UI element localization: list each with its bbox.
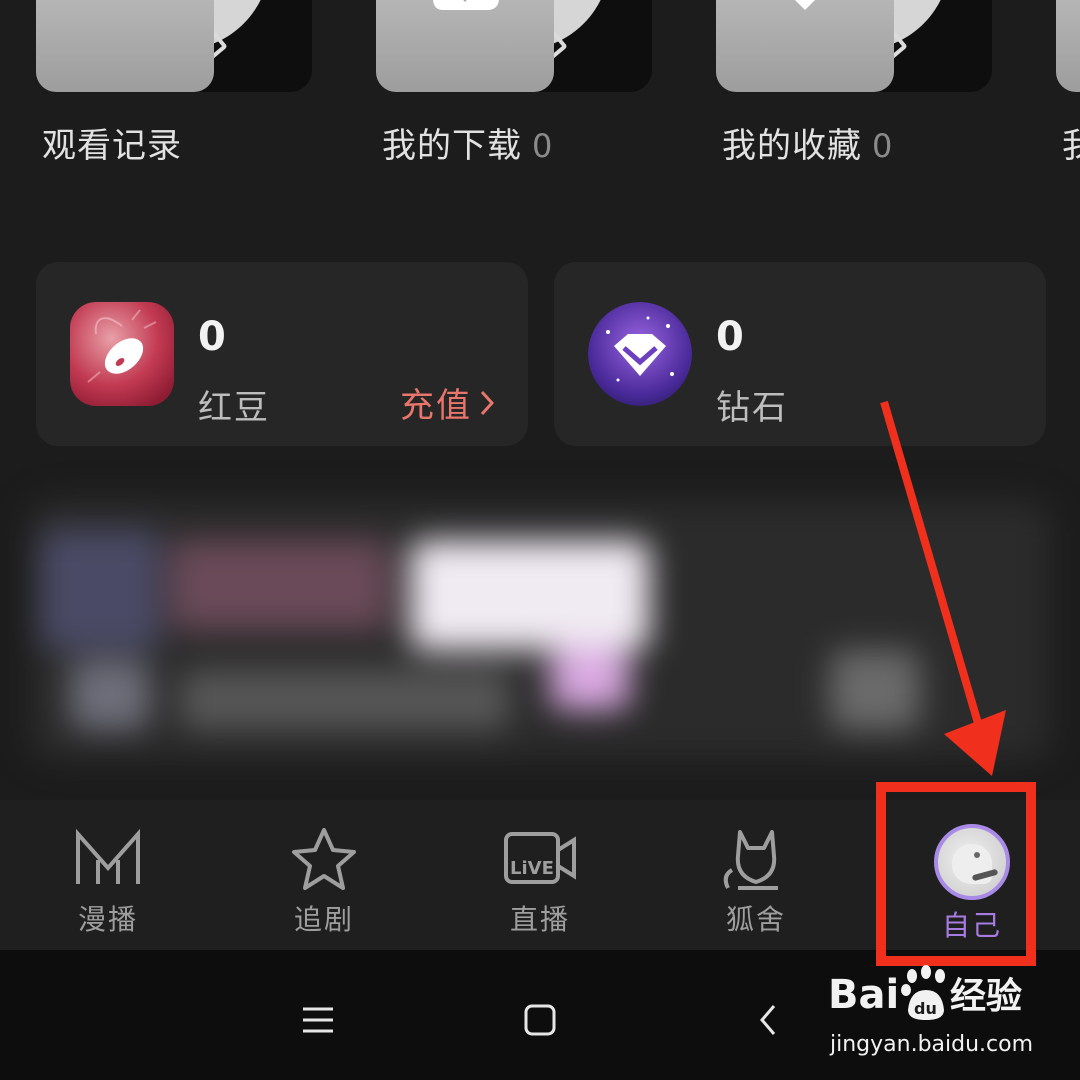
red-bean-label: 红豆 (198, 388, 270, 428)
promo-banner[interactable] (30, 500, 1050, 760)
red-bean-balance: 0 (198, 314, 226, 360)
shelf-item-favorites[interactable]: 我的收藏 0 (680, 0, 992, 190)
recharge-label: 充值 (400, 386, 472, 426)
star-check-icon (795, 0, 815, 10)
svg-text:经验: 经验 (950, 976, 1022, 1017)
tab-live[interactable]: LiVE 直播 (432, 824, 648, 942)
tab-label: 直播 (509, 903, 570, 936)
tab-manbo[interactable]: 漫播 (0, 824, 216, 942)
tab-label: 追剧 (293, 903, 354, 936)
recent-apps-button[interactable] (288, 990, 348, 1050)
home-button[interactable] (510, 990, 570, 1050)
shelf-item-partial[interactable]: 我 (1020, 0, 1080, 190)
star-icon (292, 828, 356, 890)
shelf-label: 我的收藏 0 (722, 126, 894, 166)
fox-icon (723, 830, 778, 890)
back-button[interactable] (738, 990, 798, 1050)
diamond-icon (588, 302, 692, 406)
red-bean-icon (70, 302, 174, 406)
favorites-thumbnail (680, 0, 992, 92)
tab-label: 漫播 (77, 903, 138, 936)
partial-thumbnail (1020, 0, 1080, 92)
diamond-balance: 0 (716, 314, 744, 360)
tab-fox[interactable]: 狐舍 (648, 824, 864, 942)
clock-icon (89, 0, 161, 36)
diamond-card[interactable]: 0 钻石 (554, 262, 1046, 446)
svg-text:Bai: Bai (828, 972, 899, 1018)
tab-drama[interactable]: 追剧 (216, 824, 432, 942)
downloads-thumbnail (340, 0, 652, 92)
shelf-label: 我 (1062, 118, 1080, 167)
recharge-link[interactable]: 充值 (400, 378, 496, 427)
baidu-jingyan-logo: Bai du 经验 (828, 965, 1022, 1020)
svg-text:LiVE: LiVE (510, 858, 554, 879)
shelf-label: 我的下载 0 (382, 126, 554, 166)
red-bean-card[interactable]: 0 红豆 充值 (36, 262, 528, 446)
shelf-item-history[interactable]: 观看记录 (0, 0, 312, 190)
cloud-download-icon (433, 0, 499, 10)
live-camera-icon: LiVE (504, 832, 576, 884)
recent-apps-icon (303, 1007, 333, 1033)
shelf-item-downloads[interactable]: 我的下载 0 (340, 0, 652, 190)
back-icon (760, 1005, 776, 1035)
shelf-label: 观看记录 (42, 126, 182, 166)
annotation-box (876, 782, 1036, 966)
svg-text:du: du (914, 999, 937, 1018)
history-thumbnail (0, 0, 312, 92)
chevron-right-icon (480, 390, 495, 415)
home-icon (524, 1004, 556, 1036)
shortcut-shelf: 观看记录 我的下载 0 我的收藏 0 (0, 0, 1080, 200)
watermark-url: jingyan.baidu.com (830, 1032, 1034, 1057)
tab-label: 狐舍 (725, 903, 786, 936)
baidu-watermark: Bai du 经验 jingyan.baidu.com (826, 962, 1036, 1062)
diamond-label: 钻石 (716, 388, 788, 428)
manbo-m-icon (76, 828, 140, 884)
